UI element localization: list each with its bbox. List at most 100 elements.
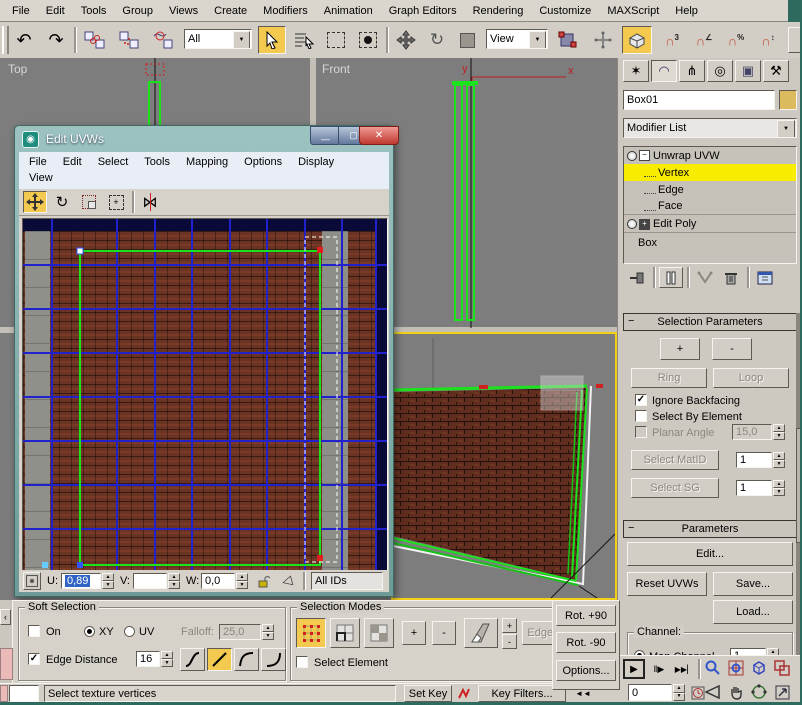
u-field[interactable]: 0,89 [61,573,101,589]
xy-radio[interactable] [84,626,95,637]
set-key-button[interactable]: Set Key [404,685,452,702]
tab-motion[interactable]: ◎ [707,60,733,82]
zoom-all-button[interactable] [725,657,747,679]
falloff-field[interactable]: 25,0 [219,624,261,640]
edge-mode-button[interactable] [330,618,360,648]
select-and-move-button[interactable] [392,27,420,53]
scroll-left-button[interactable]: ‹ [0,609,11,625]
uv-canvas[interactable] [22,218,388,572]
object-color-swatch[interactable] [779,90,797,110]
window-crossing-button[interactable] [354,27,382,53]
keyboard-shortcut-override-toggle[interactable] [622,26,652,54]
stack-item-unwrap-uvw[interactable]: − Unwrap UVW [624,147,796,164]
paint-grow-button[interactable]: + [502,618,517,633]
modifier-list-dropdown[interactable]: Modifier List ▼ [623,118,797,138]
dialog-title-bar[interactable]: ◉ Edit UVWs — ▢ ✕ [15,126,393,152]
configure-modifier-sets-button[interactable] [753,267,777,288]
tab-hierarchy[interactable]: ⋔ [679,60,705,82]
bind-to-space-warp-button[interactable] [148,27,180,53]
menu-create[interactable]: Create [206,3,255,19]
modifier-enable-bulb-icon[interactable] [627,151,637,161]
load-uvws-button[interactable]: Load... [713,600,793,624]
zoom-extents-button[interactable] [748,657,770,679]
edge-distance-spinner[interactable] [161,651,173,667]
redo-button[interactable]: ↷ [42,27,70,53]
select-and-link-button[interactable] [80,27,110,53]
falloff-slow-button[interactable] [234,648,259,671]
select-sg-button[interactable]: Select SG [631,478,719,498]
mini-listener-pink[interactable] [0,685,8,702]
dialog-menu-options[interactable]: Options [236,154,290,170]
loop-button[interactable]: Loop [713,368,789,388]
paint-select-button[interactable] [464,618,498,648]
edge-distance-field[interactable]: 16 [136,651,160,667]
tab-display[interactable]: ▣ [735,60,761,82]
filter-selected-faces-button[interactable]: ◁ [275,570,299,593]
dialog-menu-mapping[interactable]: Mapping [178,154,236,170]
face-mode-button[interactable] [364,618,394,648]
select-and-scale-button[interactable] [454,27,480,53]
lock-selected-vertices-button[interactable] [255,572,273,590]
modifier-enable-bulb-icon[interactable] [627,219,637,229]
unlink-selection-button[interactable] [114,27,144,53]
shrink-selection-button[interactable]: - [432,621,456,645]
menu-modifiers[interactable]: Modifiers [255,3,316,19]
grow-selection-button[interactable]: + [402,621,426,645]
uv-freeform-button[interactable]: + [104,191,128,213]
edge-distance-checkbox[interactable] [28,653,40,665]
make-unique-button[interactable] [693,267,717,288]
uv-move-button[interactable] [23,191,47,213]
use-pivot-point-button[interactable] [554,27,582,53]
mini-listener[interactable] [9,685,39,702]
edit-uvws-button[interactable]: Edit... [627,542,793,566]
dialog-menu-view[interactable]: View [21,170,61,186]
angle-snap-button[interactable]: ∩∠ [690,27,718,53]
dropdown-arrow-icon[interactable]: ▼ [233,31,250,49]
options-button[interactable]: Options... [556,660,616,681]
perspective-viewport[interactable] [391,332,617,600]
dialog-menu-edit[interactable]: Edit [55,154,90,170]
falloff-fast-button[interactable] [261,648,286,671]
selection-parameters-header[interactable]: − Selection Parameters [623,313,797,331]
go-to-end-button[interactable]: ▶▶▏ [672,659,696,679]
vertex-mode-button[interactable] [296,618,326,648]
modifier-stack[interactable]: − Unwrap UVW Vertex Edge Face + Edit Pol… [623,146,797,264]
matid-field[interactable]: 1 [736,452,772,468]
w-spinner[interactable] [236,573,248,589]
stack-item-edge[interactable]: Edge [624,181,796,198]
falloff-linear-button[interactable] [207,648,232,671]
stack-item-face[interactable]: Face [624,198,796,215]
rectangular-selection-region-button[interactable] [322,27,350,53]
reset-uvws-button[interactable]: Reset UVWs [627,572,707,596]
select-element-checkbox[interactable] [296,656,308,668]
pin-stack-button[interactable] [625,267,649,288]
toolbar-grip[interactable] [2,26,9,54]
uv-rotate-button[interactable]: ↻ [50,191,74,213]
select-object-button[interactable] [258,26,286,54]
maximize-viewport-toggle[interactable] [771,681,793,703]
menu-group[interactable]: Group [114,3,161,19]
select-by-element-checkbox[interactable] [635,410,647,422]
falloff-smooth-button[interactable] [180,648,205,671]
dialog-menu-file[interactable]: File [21,154,55,170]
soft-on-checkbox[interactable] [28,625,40,637]
matid-spinner[interactable] [773,452,785,468]
falloff-spinner[interactable] [262,624,274,640]
uv-mirror-button[interactable]: ⋈ [137,191,163,213]
u-spinner[interactable] [102,573,114,589]
time-spinner[interactable] [673,684,685,701]
selection-filter-dropdown[interactable]: All ▼ [184,29,252,49]
pan-view-button[interactable] [725,681,747,703]
object-name-field[interactable]: Box01 [623,90,775,110]
current-time-field[interactable]: 0 [628,684,672,701]
auto-key-button[interactable] [454,685,474,702]
stack-item-edit-poly[interactable]: + Edit Poly [624,216,796,233]
tab-create[interactable]: ✶ [623,60,649,82]
snaps-toggle-button[interactable]: ∩3 [658,27,686,53]
menu-edit[interactable]: Edit [38,3,73,19]
w-field[interactable]: 0,0 [201,573,235,589]
undo-button[interactable]: ↶ [10,27,38,53]
menu-graph-editors[interactable]: Graph Editors [381,3,465,19]
sg-field[interactable]: 1 [736,480,772,496]
menu-views[interactable]: Views [161,3,206,19]
